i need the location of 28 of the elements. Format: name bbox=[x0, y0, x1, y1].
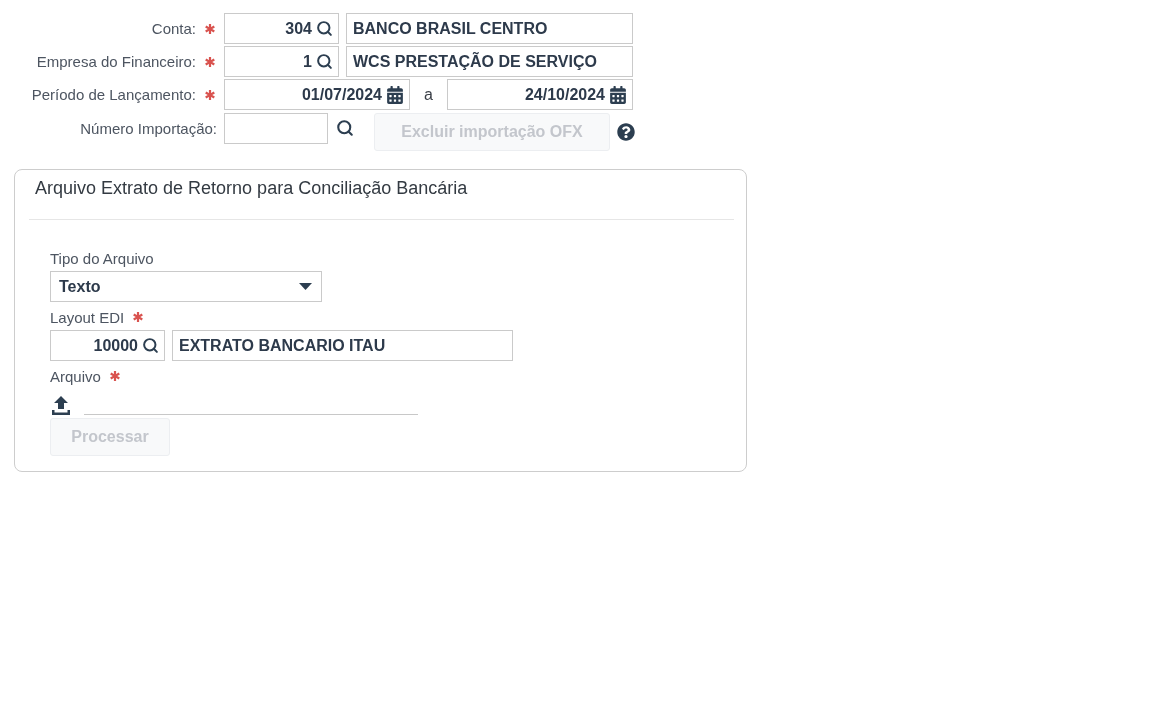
help-icon[interactable] bbox=[617, 123, 635, 141]
code-field[interactable]: 304 bbox=[224, 13, 339, 44]
field-label: Conta: bbox=[151, 20, 196, 37]
calendar-icon[interactable] bbox=[609, 85, 627, 104]
field-label: Layout EDI bbox=[50, 308, 125, 326]
code-field[interactable]: 10000 bbox=[50, 330, 165, 361]
field-label: Tipo do Arquivo bbox=[50, 249, 154, 267]
calendar-icon[interactable] bbox=[386, 85, 404, 104]
date-field[interactable]: 01/07/2024 bbox=[224, 79, 410, 110]
name-field[interactable]: EXTRATO BANCARIO ITAU bbox=[172, 330, 513, 361]
field-label: Número Importação: bbox=[80, 120, 217, 137]
upload-icon[interactable] bbox=[52, 396, 70, 415]
name-field[interactable]: BANCO BRASIL CENTRO bbox=[346, 13, 633, 44]
search-icon[interactable] bbox=[316, 53, 333, 70]
search-icon[interactable] bbox=[142, 337, 159, 354]
search-icon[interactable] bbox=[336, 119, 354, 137]
search-icon[interactable] bbox=[316, 20, 333, 37]
panel-title: Arquivo Extrato de Retorno para Conciliação Bancária bbox=[34, 177, 469, 200]
caret-icon bbox=[299, 283, 312, 290]
code-field[interactable]: 1 bbox=[224, 46, 339, 77]
field-label: Período de Lançamento: bbox=[31, 86, 196, 103]
input-field[interactable] bbox=[224, 113, 328, 144]
file-type-select[interactable]: Texto bbox=[50, 271, 322, 302]
field-label: Arquivo bbox=[50, 367, 101, 385]
date-field[interactable]: 24/10/2024 bbox=[447, 79, 633, 110]
field-label: Empresa do Financeiro: bbox=[36, 53, 196, 70]
range-separator: a bbox=[423, 85, 434, 105]
name-field[interactable]: WCS PRESTAÇÃO DE SERVIÇO bbox=[346, 46, 633, 77]
